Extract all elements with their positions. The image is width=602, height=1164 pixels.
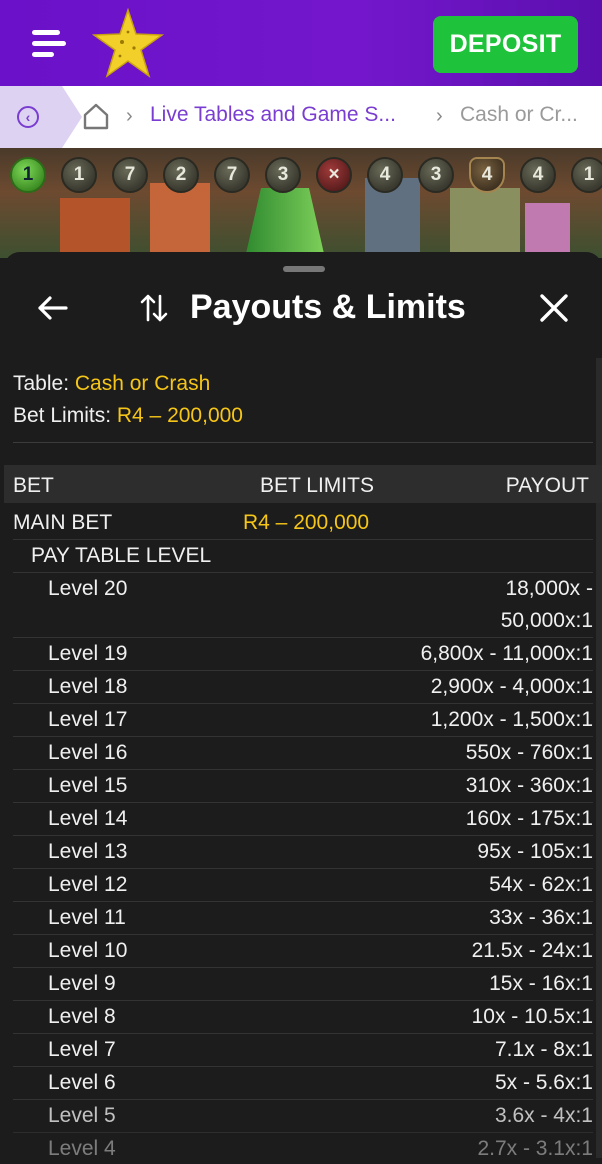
result-ball: 3 [418, 157, 454, 193]
game-background: 1 1 7 2 7 3 × 4 3 4 4 1 [0, 148, 602, 258]
close-icon[interactable] [536, 290, 572, 326]
table-row: Level 18 2,900x - 4,000x:1 [13, 671, 593, 704]
menu-icon[interactable] [32, 30, 66, 58]
chevron-right-icon: › [126, 105, 133, 127]
level-name: Level 12 [48, 873, 128, 896]
level-payout: 50,000x:1 [500, 609, 593, 632]
result-ball: 7 [214, 157, 250, 193]
table-value: Cash or Crash [74, 372, 211, 395]
level-name: Level 18 [48, 675, 128, 698]
table-row: Level 4 2.7x - 3.1x:1 [13, 1133, 593, 1164]
bet-limits-value: R4 – 200,000 [116, 404, 243, 427]
divider [13, 442, 593, 443]
table-row-main-bet: MAIN BET R4 – 200,000 [13, 507, 593, 540]
level-payout: 10x - 10.5x:1 [471, 1005, 593, 1028]
table-row: Level 10 21.5x - 24x:1 [13, 935, 593, 968]
result-ball: 7 [112, 157, 148, 193]
level-payout: 15x - 16x:1 [489, 972, 593, 995]
table-row: Level 19 6,800x - 11,000x:1 [13, 638, 593, 671]
home-icon[interactable] [82, 102, 110, 130]
table-row: Level 7 7.1x - 8x:1 [13, 1034, 593, 1067]
table-label: Table: [13, 372, 70, 395]
chevron-right-icon: › [436, 105, 443, 127]
arrow-left-icon[interactable] [34, 290, 70, 326]
main-bet-limits: R4 – 200,000 [243, 511, 370, 534]
breadcrumb-item-current: Cash or Cr... [460, 103, 578, 126]
bet-limits-label: Bet Limits: [13, 404, 112, 427]
level-name: Level 11 [48, 906, 126, 929]
level-name: Level 15 [48, 774, 128, 797]
level-payout: 2.7x - 3.1x:1 [477, 1137, 593, 1160]
level-name: Level 10 [48, 939, 128, 962]
chevron-left-icon: ‹ [17, 106, 39, 128]
top-bar: DEPOSIT [0, 0, 602, 86]
result-ball: 2 [163, 157, 199, 193]
table-row: Level 17 1,200x - 1,500x:1 [13, 704, 593, 737]
level-payout: 310x - 360x:1 [465, 774, 593, 797]
level-name: Level 17 [48, 708, 128, 731]
table-row: Level 11 33x - 36x:1 [13, 902, 593, 935]
result-ball-crash: × [316, 157, 352, 193]
breadcrumb: ‹ › Live Tables and Game S... › Cash or … [0, 86, 602, 148]
level-payout: 6,800x - 11,000x:1 [420, 642, 593, 665]
level-payout: 21.5x - 24x:1 [471, 939, 593, 962]
table-info: Table: Cash or Crash [13, 372, 210, 396]
result-ball: 1 [61, 157, 97, 193]
payouts-panel: Payouts & Limits Table: Cash or Crash Be… [4, 252, 602, 1164]
level-payout: 160x - 175x:1 [465, 807, 593, 830]
result-ball: 4 [367, 157, 403, 193]
level-name: Level 19 [48, 642, 128, 665]
level-name: Level 14 [48, 807, 128, 830]
level-payout: 2,900x - 4,000x:1 [430, 675, 593, 698]
level-name: Level 13 [48, 840, 128, 863]
main-bet-label: MAIN BET [13, 511, 113, 534]
column-header-bet: BET [13, 474, 54, 497]
panel-title: Payouts & Limits [190, 288, 466, 326]
breadcrumb-item-live-tables[interactable]: Live Tables and Game S... [150, 103, 396, 127]
level-payout: 1,200x - 1,500x:1 [430, 708, 593, 731]
level-payout: 18,000x - [505, 577, 593, 600]
level-name: Level 9 [48, 972, 116, 995]
breadcrumb-back-button[interactable]: ‹ [0, 86, 82, 148]
logo-star-icon[interactable] [92, 8, 164, 80]
level-name: Level 6 [48, 1071, 116, 1094]
level-name: Level 8 [48, 1005, 116, 1028]
pay-table-level-row: PAY TABLE LEVEL [13, 540, 593, 573]
result-ball: 1 [571, 157, 602, 193]
table-header: BET BET LIMITS PAYOUT [4, 465, 602, 503]
level-payout: 95x - 105x:1 [477, 840, 593, 863]
level-payout: 54x - 62x:1 [489, 873, 593, 896]
level-name: Level 4 [48, 1137, 116, 1160]
table-row: Level 8 10x - 10.5x:1 [13, 1001, 593, 1034]
table-row: Level 15 310x - 360x:1 [13, 770, 593, 803]
level-payout: 7.1x - 8x:1 [494, 1038, 593, 1061]
table-row: Level 5 3.6x - 4x:1 [13, 1100, 593, 1133]
level-name: Level 5 [48, 1104, 116, 1127]
level-payout: 550x - 760x:1 [465, 741, 593, 764]
table-row: Level 16 550x - 760x:1 [13, 737, 593, 770]
table-row: Level 13 95x - 105x:1 [13, 836, 593, 869]
level-payout: 3.6x - 4x:1 [494, 1104, 593, 1127]
level-payout: 33x - 36x:1 [489, 906, 593, 929]
deposit-button[interactable]: DEPOSIT [433, 16, 578, 73]
column-header-payout: PAYOUT [505, 474, 589, 497]
level-name: Level 20 [48, 577, 128, 600]
column-header-bet-limits: BET LIMITS [260, 474, 374, 497]
table-row: Level 6 5x - 5.6x:1 [13, 1067, 593, 1100]
pay-table-level-label: PAY TABLE LEVEL [31, 544, 212, 567]
result-ball-shield: 4 [469, 157, 505, 193]
result-ball: 1 [10, 157, 46, 193]
drag-handle[interactable] [283, 266, 325, 272]
result-ball: 3 [265, 157, 301, 193]
table-row: Level 9 15x - 16x:1 [13, 968, 593, 1001]
level-name: Level 16 [48, 741, 128, 764]
level-name: Level 7 [48, 1038, 116, 1061]
table-row: Level 14 160x - 175x:1 [13, 803, 593, 836]
sort-arrows-icon [140, 294, 168, 322]
table-row: Level 12 54x - 62x:1 [13, 869, 593, 902]
table-row: Level 20 18,000x - 50,000x:1 [13, 573, 593, 638]
result-ball: 4 [520, 157, 556, 193]
bet-limits-info: Bet Limits: R4 – 200,000 [13, 404, 243, 428]
level-payout: 5x - 5.6x:1 [494, 1071, 593, 1094]
